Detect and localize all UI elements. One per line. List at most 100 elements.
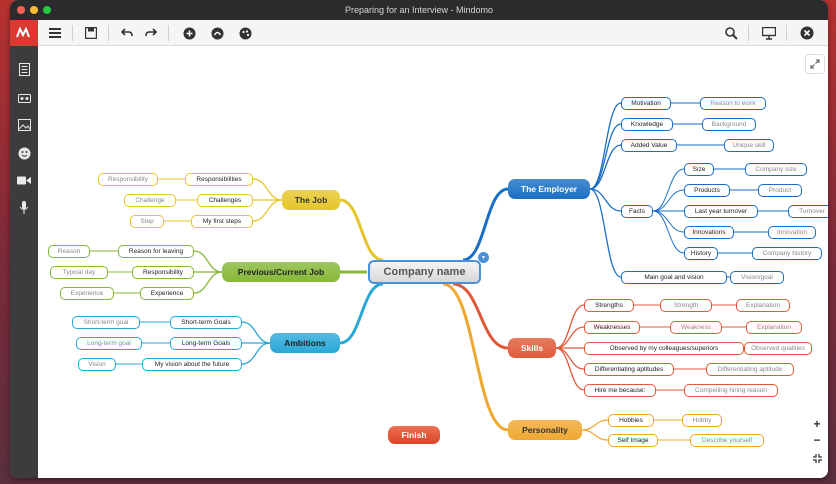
job-item[interactable]: Responsibilities <box>185 172 253 186</box>
connector-line <box>339 282 384 345</box>
previous-job-item[interactable]: Reason for leaving <box>118 244 194 258</box>
job-subitem[interactable]: Step <box>130 214 164 228</box>
facts-subitem[interactable]: Turnover <box>788 204 828 218</box>
close-window-button[interactable] <box>17 6 25 14</box>
ambitions-item[interactable]: Long-term Goals <box>170 336 242 350</box>
search-icon[interactable] <box>722 24 740 42</box>
ambitions-item[interactable]: Short-term Goals <box>170 315 242 329</box>
title-bar: Preparing for an Interview - Mindomo <box>10 0 828 20</box>
employer-item[interactable]: Main goal and vision <box>621 270 727 284</box>
employer-item[interactable]: Motivation <box>621 96 671 110</box>
connector-line <box>193 250 223 273</box>
undo-icon[interactable] <box>118 24 136 42</box>
connector-line <box>339 198 384 262</box>
skills-item[interactable]: Strengths <box>584 298 634 312</box>
mind-map-canvas[interactable]: + − Company name ▾ Finish The Employer Mo… <box>38 46 828 478</box>
ambitions-subitem[interactable]: Short-term goal <box>72 315 140 329</box>
employer-item[interactable]: Facts <box>621 204 653 218</box>
job-subitem[interactable]: Challenge <box>124 193 176 207</box>
connector-line <box>252 178 283 201</box>
facts-subitem[interactable]: Product <box>758 183 802 197</box>
app-window: Preparing for an Interview - Mindomo + −… <box>10 0 828 478</box>
previous-job-item[interactable]: Experience <box>140 286 194 300</box>
connector-line <box>581 429 609 441</box>
connector-line <box>581 419 609 431</box>
job-item[interactable]: Challenges <box>197 193 253 207</box>
previous-job-subitem[interactable]: Reason <box>48 244 90 258</box>
mindomo-logo-icon[interactable] <box>10 20 38 46</box>
toolbar-divider <box>72 25 73 41</box>
redo-icon[interactable] <box>142 24 160 42</box>
connector-line <box>555 347 585 370</box>
facts-subitem[interactable]: Innovation <box>768 225 816 239</box>
employer-subitem[interactable]: Reason to work <box>700 96 766 110</box>
personality-subitem[interactable]: Describe yourself <box>690 433 764 447</box>
branch-ambitions[interactable]: Ambitions <box>270 333 340 353</box>
employer-subitem[interactable]: Background <box>702 117 756 131</box>
employer-item[interactable]: Added Value <box>621 138 677 152</box>
branch-personality[interactable]: Personality <box>508 420 582 440</box>
ambitions-item[interactable]: My vision about the future <box>142 357 242 371</box>
facts-subitem[interactable]: Company size <box>745 162 807 176</box>
zoom-out-button[interactable]: − <box>809 432 825 448</box>
skills-detail[interactable]: Explanation <box>746 320 802 334</box>
previous-job-item[interactable]: Responsibility <box>132 265 194 279</box>
skills-item[interactable]: Hire me because: <box>584 383 656 397</box>
skills-subitem[interactable]: Weakness <box>670 320 722 334</box>
minimize-window-button[interactable] <box>30 6 38 14</box>
finish-topic[interactable]: Finish <box>388 426 440 444</box>
zoom-window-button[interactable] <box>43 6 51 14</box>
ambitions-subitem[interactable]: Vision <box>78 357 116 371</box>
personality-item[interactable]: Self Image <box>608 433 658 447</box>
personality-item[interactable]: Hobbies <box>608 413 654 427</box>
close-icon[interactable] <box>798 24 816 42</box>
personality-subitem[interactable]: Hobby <box>682 413 722 427</box>
outline-icon[interactable] <box>15 60 33 78</box>
skills-subitem[interactable]: Observed qualities <box>744 341 812 355</box>
facts-item[interactable]: Products <box>684 183 730 197</box>
menu-icon[interactable] <box>46 24 64 42</box>
employer-item[interactable]: Knowledge <box>621 117 673 131</box>
job-subitem[interactable]: Responsibility <box>98 172 158 186</box>
branch-the-employer[interactable]: The Employer <box>508 179 590 199</box>
skills-item[interactable]: Differentiating aptitudes <box>584 362 674 376</box>
fit-to-screen-icon[interactable] <box>809 450 825 466</box>
skills-item[interactable]: Observed by my colleagues/superiors <box>584 341 744 355</box>
skills-detail[interactable]: Explanation <box>736 298 790 312</box>
toolbar <box>10 20 828 46</box>
previous-job-subitem[interactable]: Typical day <box>50 265 108 279</box>
employer-subitem[interactable]: Vision/goal <box>730 270 784 284</box>
save-icon[interactable] <box>82 24 100 42</box>
facts-item[interactable]: Last year turnover <box>684 204 758 218</box>
previous-job-subitem[interactable]: Experience <box>60 286 114 300</box>
facts-item[interactable]: Size <box>684 162 714 176</box>
palette-icon[interactable] <box>236 24 254 42</box>
skills-subitem[interactable]: Strength <box>660 298 712 312</box>
link-icon[interactable] <box>208 24 226 42</box>
add-topic-icon[interactable] <box>180 24 198 42</box>
branch-skills[interactable]: Skills <box>508 338 556 358</box>
ambitions-subitem[interactable]: Long-term goal <box>76 336 142 350</box>
skills-subitem[interactable]: Compelling hiring reason <box>684 383 778 397</box>
connector-line <box>241 342 271 365</box>
expand-icon[interactable] <box>805 54 825 74</box>
facts-subitem[interactable]: Company history <box>752 246 822 260</box>
format-icon[interactable] <box>15 89 33 107</box>
microphone-icon[interactable] <box>15 199 33 217</box>
central-topic[interactable]: Company name <box>368 260 481 284</box>
connector-line <box>589 144 622 190</box>
zoom-in-button[interactable]: + <box>809 416 825 432</box>
collapse-toggle-icon[interactable]: ▾ <box>478 252 489 263</box>
skills-subitem[interactable]: Differentiating aptitude <box>706 362 794 376</box>
present-icon[interactable] <box>760 24 778 42</box>
facts-item[interactable]: Innovations <box>684 225 734 239</box>
branch-the-job[interactable]: The Job <box>282 190 340 210</box>
employer-subitem[interactable]: Unique skill <box>724 138 774 152</box>
image-icon[interactable] <box>15 116 33 134</box>
skills-item[interactable]: Weaknesses <box>584 320 640 334</box>
job-item[interactable]: My first steps <box>191 214 253 228</box>
facts-item[interactable]: History <box>684 246 718 260</box>
branch-previous-current-job[interactable]: Previous/Current Job <box>222 262 340 282</box>
emoji-icon[interactable] <box>15 144 33 162</box>
video-icon[interactable] <box>15 171 33 189</box>
